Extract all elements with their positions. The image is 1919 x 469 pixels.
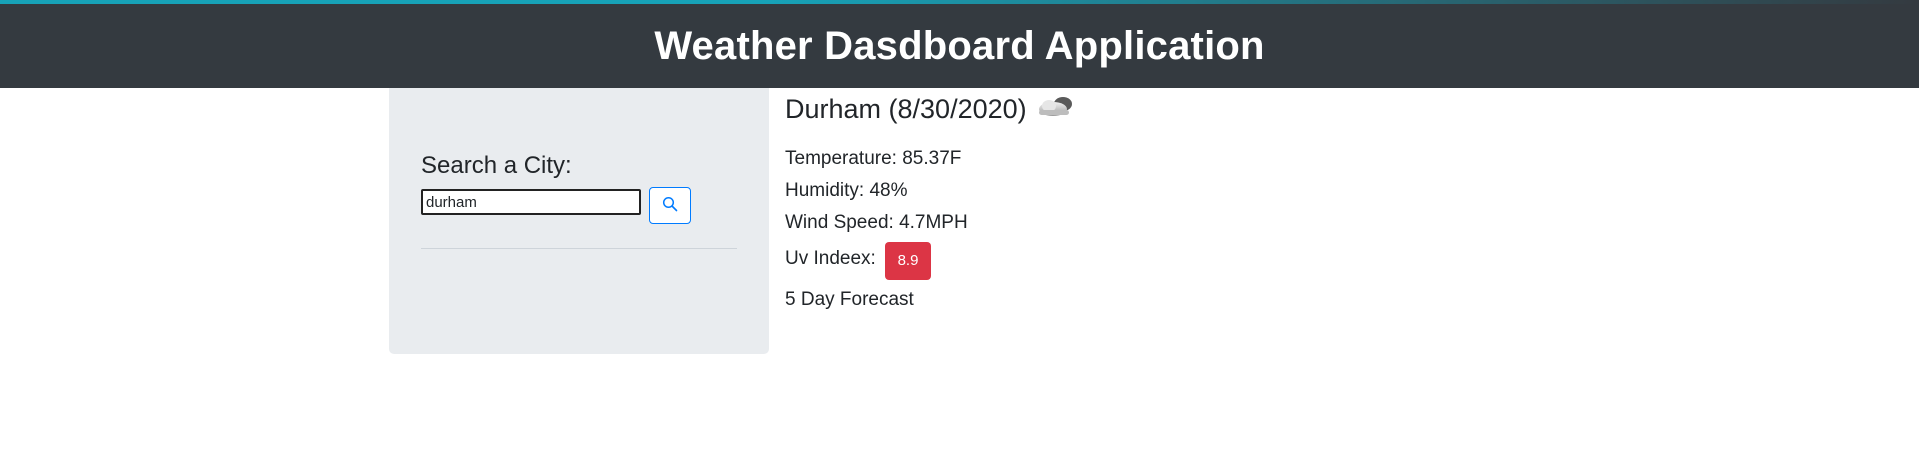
uv-index-label: Uv Indeex: — [785, 248, 876, 269]
search-icon — [662, 196, 678, 215]
search-panel: Search a City: — [389, 88, 769, 354]
forecast-heading: 5 Day Forecast — [785, 289, 914, 310]
app-header: Weather Dasdboard Application — [0, 4, 1919, 88]
uv-index-row: Uv Indeex: 8.9 — [785, 242, 931, 280]
city-search-input[interactable] — [421, 189, 641, 215]
wind-speed-text: Wind Speed: 4.7MPH — [785, 212, 968, 233]
search-button[interactable] — [649, 187, 691, 224]
cloud-icon — [1035, 92, 1077, 127]
app-title: Weather Dasdboard Application — [654, 23, 1265, 68]
search-history-divider — [421, 248, 737, 249]
city-date-text: Durham (8/30/2020) — [785, 94, 1027, 124]
city-date-heading: Durham (8/30/2020) — [785, 92, 1077, 127]
temperature-text: Temperature: 85.37F — [785, 148, 962, 169]
uv-index-badge: 8.9 — [885, 242, 931, 280]
search-label: Search a City: — [421, 152, 572, 179]
humidity-text: Humidity: 48% — [785, 180, 908, 201]
